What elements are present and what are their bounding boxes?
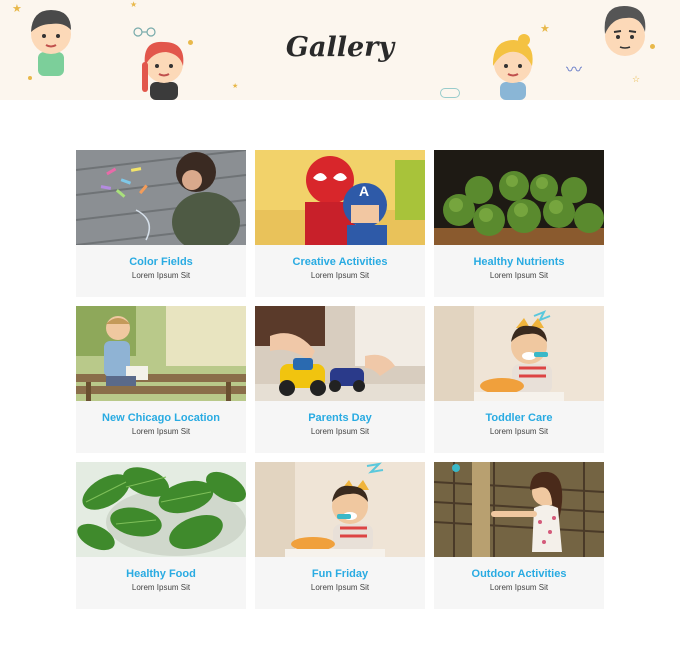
gallery-card[interactable]: Color Fields Lorem Ipsum Sit [76, 150, 246, 297]
gallery-card[interactable]: Parents Day Lorem Ipsum Sit [255, 306, 425, 453]
svg-text:A: A [359, 183, 369, 199]
star-icon: ★ [232, 83, 239, 90]
glasses-doodle [440, 88, 460, 98]
toddler-eating-photo [434, 306, 604, 401]
page-header-banner: ★ ★ ★ ☆ ★ 〰 Gallery [0, 0, 680, 100]
card-subtitle: Lorem Ipsum Sit [131, 427, 191, 436]
card-title: Parents Day [308, 412, 372, 424]
brussels-sprouts-photo [434, 150, 604, 245]
gallery-grid: Color Fields Lorem Ipsum Sit A Creative … [76, 150, 606, 609]
gallery-card[interactable]: A Creative Activities Lorem Ipsum Sit [255, 150, 425, 297]
dot-icon [28, 76, 32, 80]
gallery-card[interactable]: Healthy Nutrients Lorem Ipsum Sit [434, 150, 604, 297]
card-title: New Chicago Location [102, 412, 220, 424]
child-with-sidewalk-chalk-photo [76, 150, 246, 245]
gallery-card[interactable]: Outdoor Activities Lorem Ipsum Sit [434, 462, 604, 609]
gallery-card[interactable]: Healthy Food Lorem Ipsum Sit [76, 462, 246, 609]
card-title: Color Fields [129, 256, 193, 268]
girl-on-playground-photo [434, 462, 604, 557]
card-subtitle: Lorem Ipsum Sit [131, 271, 191, 280]
gallery-card[interactable]: Fun Friday Lorem Ipsum Sit [255, 462, 425, 609]
card-title: Healthy Food [126, 568, 196, 580]
card-title: Outdoor Activities [471, 568, 567, 580]
card-subtitle: Lorem Ipsum Sit [489, 271, 549, 280]
card-subtitle: Lorem Ipsum Sit [310, 271, 370, 280]
card-title: Fun Friday [311, 568, 369, 580]
card-subtitle: Lorem Ipsum Sit [489, 583, 549, 592]
star-icon: ★ [12, 3, 22, 15]
gallery-card[interactable]: Toddler Care Lorem Ipsum Sit [434, 306, 604, 453]
boy-on-park-bench-photo [76, 306, 246, 401]
card-title: Creative Activities [292, 256, 388, 268]
kids-in-superhero-masks-photo: A [255, 150, 425, 245]
page-title: Gallery [285, 32, 395, 63]
card-title: Healthy Nutrients [473, 256, 565, 268]
star-icon: ★ [130, 0, 138, 9]
spinach-leaves-photo [76, 462, 246, 557]
card-subtitle: Lorem Ipsum Sit [131, 583, 191, 592]
toy-cars-photo [255, 306, 425, 401]
card-subtitle: Lorem Ipsum Sit [310, 583, 370, 592]
card-title: Toddler Care [485, 412, 553, 424]
gallery-card[interactable]: New Chicago Location Lorem Ipsum Sit [76, 306, 246, 453]
star-icon: ☆ [632, 74, 641, 84]
card-subtitle: Lorem Ipsum Sit [310, 427, 370, 436]
card-subtitle: Lorem Ipsum Sit [489, 427, 549, 436]
toddler-eating-photo [255, 462, 425, 557]
